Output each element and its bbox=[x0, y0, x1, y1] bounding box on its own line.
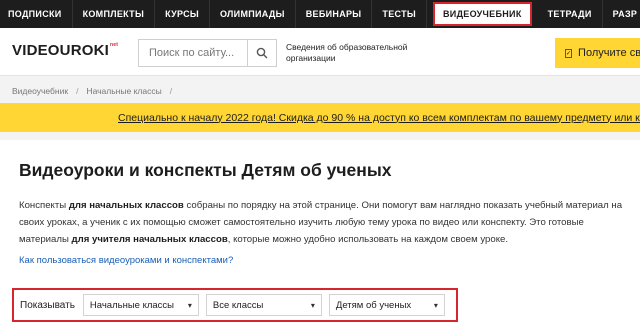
breadcrumb: Видеоучебник / Начальные классы / bbox=[12, 86, 172, 96]
desc-text-1: Конспекты bbox=[19, 200, 69, 211]
search-input[interactable]: Поиск по сайту... bbox=[138, 39, 247, 67]
search-button[interactable] bbox=[247, 39, 277, 67]
nav-item-tests[interactable]: ТЕСТЫ bbox=[372, 0, 427, 28]
breadcrumb-videotextbook[interactable]: Видеоучебник bbox=[12, 86, 68, 96]
topic-value: Детям об ученых bbox=[335, 299, 412, 311]
howto-link[interactable]: Как пользоваться видеоуроками и конспект… bbox=[19, 255, 233, 266]
nav-item-subscriptions[interactable]: ПОДПИСКИ bbox=[0, 0, 73, 28]
site-header: VIDEOUROKInet Поиск по сайту... Сведения… bbox=[0, 28, 640, 76]
breadcrumb-separator: / bbox=[169, 86, 173, 96]
logo-suffix: net bbox=[110, 42, 119, 48]
chevron-down-icon: ▾ bbox=[187, 300, 192, 310]
nav-item-notebooks[interactable]: ТЕТРАДИ bbox=[538, 0, 603, 28]
promo-banner: Специально к началу 2022 года! Скидка до… bbox=[0, 103, 640, 132]
desc-bold-1: для начальных классов bbox=[68, 200, 184, 211]
page-title: Видеоуроки и конспекты Детям об ученых bbox=[19, 160, 392, 180]
page-description: Конспекты для начальных классов собраны … bbox=[19, 197, 629, 248]
filter-label: Показывать bbox=[20, 299, 75, 311]
class-level-value: Начальные классы bbox=[89, 299, 174, 311]
chevron-down-icon: ▾ bbox=[433, 300, 438, 310]
main-content: Видеоуроки и конспекты Детям об ученых К… bbox=[0, 140, 640, 323]
search-placeholder: Поиск по сайту... bbox=[149, 47, 235, 59]
topic-select[interactable]: Детям об ученых ▾ bbox=[328, 294, 445, 316]
promo-link[interactable]: Специально к началу 2022 года! Скидка до… bbox=[118, 112, 640, 124]
chevron-down-icon: ▾ bbox=[310, 300, 315, 310]
desc-bold-2: для учителя начальных классов bbox=[71, 234, 228, 245]
search-icon bbox=[256, 47, 268, 59]
breadcrumb-primary-classes[interactable]: Начальные классы bbox=[86, 86, 161, 96]
nav-item-videotextbook[interactable]: ВИДЕОУЧЕБНИК bbox=[433, 2, 532, 26]
breadcrumb-separator: / bbox=[76, 86, 79, 96]
nav-item-courses[interactable]: КУРСЫ bbox=[155, 0, 210, 28]
certificate-icon: ✓ bbox=[565, 48, 573, 58]
org-info-link[interactable]: Сведения об образовательной организации bbox=[286, 42, 421, 64]
nav-item-webinars[interactable]: ВЕБИНАРЫ bbox=[296, 0, 373, 28]
top-nav: ПОДПИСКИ КОМПЛЕКТЫ КУРСЫ ОЛИМПИАДЫ ВЕБИН… bbox=[0, 0, 640, 28]
site-logo[interactable]: VIDEOUROKInet bbox=[12, 42, 118, 59]
grade-value: Все классы bbox=[212, 299, 264, 311]
nav-item-kits[interactable]: КОМПЛЕКТЫ bbox=[73, 0, 156, 28]
class-level-select[interactable]: Начальные классы ▾ bbox=[82, 294, 199, 316]
logo-text: VIDEOUROKI bbox=[12, 42, 110, 59]
grade-select[interactable]: Все классы ▾ bbox=[205, 294, 322, 316]
filter-bar: Показывать Начальные классы ▾ Все классы… bbox=[12, 288, 458, 322]
desc-text-3: , которые можно удобно использовать на к… bbox=[227, 234, 509, 245]
nav-item-partial[interactable]: РАЗР bbox=[603, 0, 640, 28]
get-certificate-button[interactable]: ✓ Получите сви bbox=[555, 38, 640, 68]
get-certificate-label: Получите сви bbox=[578, 47, 640, 59]
nav-item-olympiads[interactable]: ОЛИМПИАДЫ bbox=[210, 0, 296, 28]
